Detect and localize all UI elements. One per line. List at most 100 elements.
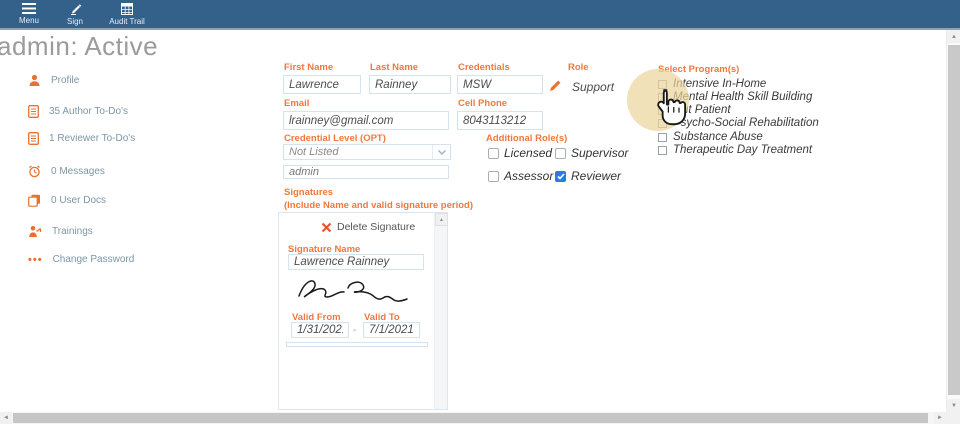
sidebar-item-change-password[interactable]: ••• Change Password <box>28 254 134 265</box>
checkbox-icon[interactable] <box>555 148 566 159</box>
horizontal-scrollbar[interactable]: ◄ ► <box>0 412 946 424</box>
program-label: Therapeutic Day Treatment <box>673 144 812 156</box>
horizontal-scrollbar-thumb[interactable] <box>13 413 928 423</box>
program-item-mental-health[interactable]: Mental Health Skill Building <box>658 91 812 103</box>
scroll-up-icon[interactable]: ▲ <box>435 213 448 226</box>
first-name-label: First Name <box>284 62 333 73</box>
next-signature-block-edge <box>286 342 428 347</box>
sidebar-item-trainings[interactable]: Trainings <box>28 225 93 238</box>
checkbox-icon[interactable] <box>555 171 566 182</box>
vertical-scrollbar-thumb[interactable] <box>948 45 960 395</box>
sign-button[interactable]: Sign <box>52 0 98 28</box>
trainer-icon <box>28 225 42 238</box>
checkbox-label: Supervisor <box>571 146 628 160</box>
checkbox-label: Reviewer <box>571 169 621 183</box>
close-x-icon <box>321 222 332 233</box>
valid-from-input[interactable] <box>291 322 349 338</box>
username-input[interactable] <box>283 165 449 179</box>
last-name-input[interactable] <box>369 75 451 94</box>
checkbox-supervisor[interactable]: Supervisor <box>555 146 628 160</box>
checkbox-icon[interactable] <box>658 80 667 89</box>
scroll-down-icon[interactable]: ▼ <box>947 399 960 412</box>
delete-signature-button[interactable]: Delete Signature <box>321 221 415 233</box>
signature-panel: ▲ Delete Signature Signature Name Valid … <box>278 212 448 410</box>
checkbox-icon[interactable] <box>658 93 667 102</box>
select-programs-label: Select Program(s) <box>658 64 739 75</box>
program-label: Out Patient <box>673 104 731 116</box>
chevron-down-icon[interactable] <box>432 145 450 159</box>
checkbox-reviewer[interactable]: Reviewer <box>555 169 621 183</box>
program-item-out-patient[interactable]: Out Patient <box>658 104 731 116</box>
audit-trail-button[interactable]: Audit Trail <box>98 0 156 28</box>
credentials-input[interactable] <box>457 75 543 94</box>
scroll-left-icon[interactable]: ◄ <box>0 412 12 424</box>
program-label: Substance Abuse <box>673 131 763 143</box>
scrollbar-corner <box>946 412 960 424</box>
checkbox-icon[interactable] <box>658 133 667 142</box>
sidebar-item-label: 35 Author To-Do's <box>49 106 128 117</box>
ellipsis-icon: ••• <box>28 257 43 263</box>
menu-button[interactable]: Menu <box>6 0 52 28</box>
program-label: Psycho-Social Rehabilitation <box>673 117 819 129</box>
page-title: admin: Active <box>0 31 158 62</box>
valid-to-input[interactable] <box>363 322 420 338</box>
cell-phone-label: Cell Phone <box>458 98 507 109</box>
checkbox-licensed[interactable]: Licensed <box>488 146 552 160</box>
sidebar-item-user-docs[interactable]: 0 User Docs <box>28 194 106 207</box>
sidebar-item-label: 0 User Docs <box>51 195 106 206</box>
scroll-up-icon[interactable]: ▲ <box>947 30 960 43</box>
program-label: Mental Health Skill Building <box>673 91 812 103</box>
vertical-scrollbar[interactable]: ▲ ▼ <box>946 30 960 412</box>
program-item-substance-abuse[interactable]: Substance Abuse <box>658 131 763 143</box>
app-window: Menu Sign Audit Trail admin: Active P <box>0 0 960 443</box>
menu-button-label: Menu <box>19 16 39 25</box>
checkbox-icon[interactable] <box>488 171 499 182</box>
top-toolbar: Menu Sign Audit Trail <box>0 0 960 30</box>
person-icon <box>28 74 41 87</box>
checkbox-icon[interactable] <box>488 148 499 159</box>
program-item-psycho-social[interactable]: Psycho-Social Rehabilitation <box>658 117 819 129</box>
sidebar-item-label: 1 Reviewer To-Do's <box>49 133 135 144</box>
sidebar-item-label: Change Password <box>53 254 135 265</box>
checkbox-icon[interactable] <box>658 119 667 128</box>
checkbox-label: Assessor <box>504 169 553 183</box>
last-name-label: Last Name <box>370 62 418 73</box>
signature-name-input[interactable] <box>288 254 424 270</box>
credential-level-select[interactable]: Not Listed <box>283 144 451 160</box>
signature-image <box>291 274 411 310</box>
sidebar-item-profile[interactable]: Profile <box>28 74 79 87</box>
sidebar-item-label: Trainings <box>52 226 93 237</box>
program-item-therapeutic-day[interactable]: Therapeutic Day Treatment <box>658 144 812 156</box>
hamburger-icon <box>22 3 36 14</box>
email-label: Email <box>284 98 309 109</box>
cell-phone-input[interactable] <box>457 111 543 130</box>
program-label: Intensive In-Home <box>673 78 766 90</box>
email-input[interactable] <box>283 111 449 130</box>
documents-copy-icon <box>28 194 41 207</box>
sidebar-item-author-todos[interactable]: 35 Author To-Do's <box>28 105 128 118</box>
signatures-label: Signatures <box>284 187 333 198</box>
sidebar-item-messages[interactable]: 0 Messages <box>28 165 105 178</box>
edit-pencil-icon[interactable] <box>549 79 562 92</box>
program-item-intensive-in-home[interactable]: Intensive In-Home <box>658 78 766 90</box>
first-name-input[interactable] <box>283 75 361 94</box>
audit-grid-icon <box>121 3 133 15</box>
role-value: Support <box>572 80 614 94</box>
alarm-clock-icon <box>28 165 41 178</box>
checkbox-icon[interactable] <box>658 146 667 155</box>
additional-roles-label: Additional Role(s) <box>486 133 567 144</box>
credentials-label: Credentials <box>458 62 510 73</box>
checkbox-assessor[interactable]: Assessor <box>488 169 553 183</box>
signatures-note: (Include Name and valid signature period… <box>284 200 473 211</box>
delete-signature-label: Delete Signature <box>337 221 415 233</box>
sidebar-item-label: 0 Messages <box>51 166 105 177</box>
signature-panel-scrollbar[interactable]: ▲ <box>434 213 447 409</box>
credential-level-value: Not Listed <box>284 146 432 158</box>
role-label: Role <box>568 62 589 73</box>
sidebar-item-reviewer-todos[interactable]: 1 Reviewer To-Do's <box>28 132 135 145</box>
sign-button-label: Sign <box>67 17 83 26</box>
todo-list-icon <box>28 105 39 118</box>
pen-sign-icon <box>69 3 82 15</box>
checkbox-icon[interactable] <box>658 106 667 115</box>
scroll-right-icon[interactable]: ► <box>934 412 946 424</box>
